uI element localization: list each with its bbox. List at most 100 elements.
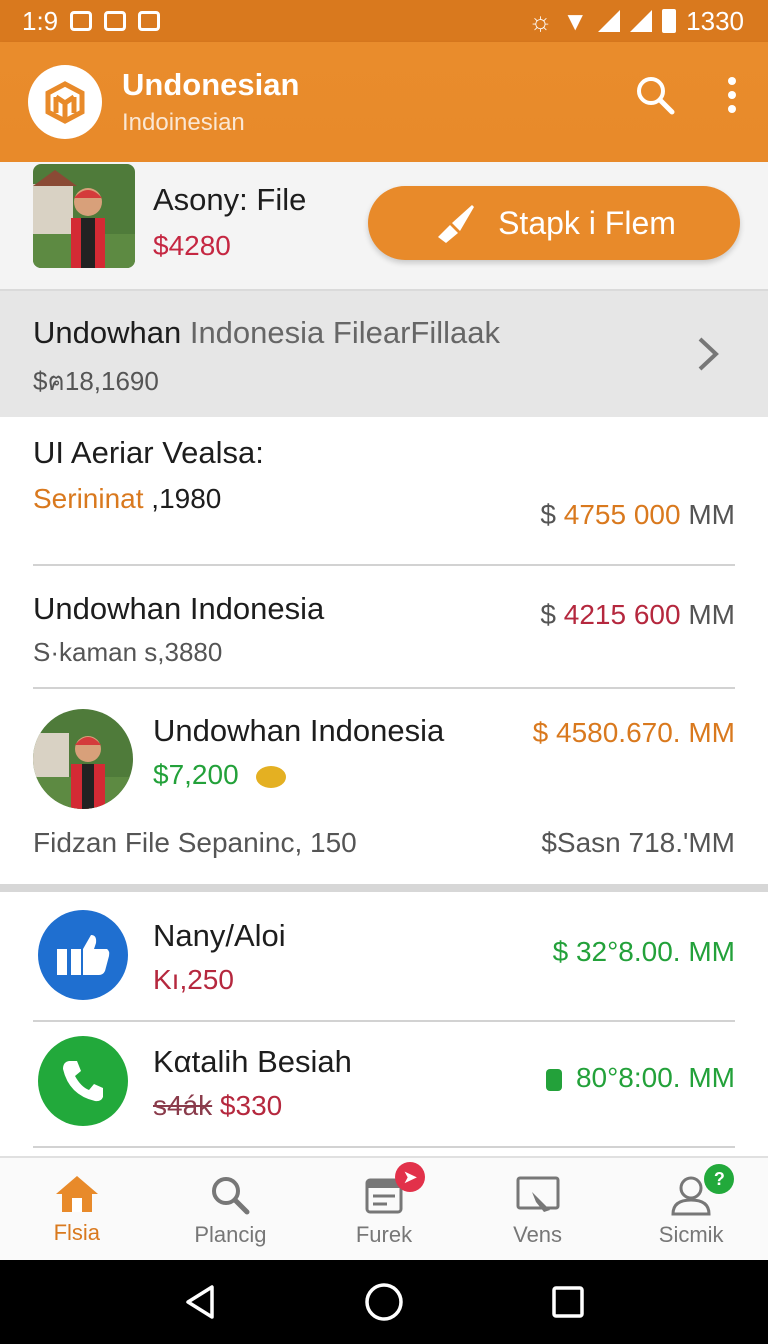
app-bar: Undonesian Indoinesian <box>0 42 768 162</box>
list-item-amount-text: 80°8:00. MM <box>575 1062 735 1093</box>
list-item-amount: $ 32°8.00. MM <box>552 936 735 967</box>
list-item[interactable]: Nany/Aloi Kı,250 $ 32°8.00. MM <box>33 908 735 1018</box>
message-notification-icon <box>138 11 161 31</box>
list-item-subtitle-b: ,1980 <box>143 483 222 514</box>
status-bar: 1:9 ☼ ▼ 1330 <box>0 0 768 42</box>
banner-subtitle: $ฅ18,1690 <box>33 366 159 396</box>
tab-profile[interactable]: ? Sicmik <box>614 1158 768 1260</box>
avatar <box>33 709 133 809</box>
brush-icon <box>438 205 475 243</box>
signal-icon-2 <box>630 10 653 32</box>
wifi-icon: ▼ <box>562 5 589 36</box>
person-photo-icon <box>33 709 133 809</box>
list-item-subtitle-strike: s4ák <box>153 1090 213 1121</box>
amount-suffix: MM <box>680 599 735 630</box>
list-item[interactable]: Kαtalih Besiah s4ák $330 80°8:00. MM <box>33 1034 735 1144</box>
contact-list: Nany/Aloi Kı,250 $ 32°8.00. MM Kαtalih B… <box>0 892 768 1156</box>
help-badge: ? <box>704 1164 735 1194</box>
section-divider <box>0 884 768 892</box>
profile-price: $4280 <box>153 230 231 261</box>
list-item-amount: 80°8:00. MM <box>545 1062 735 1094</box>
trend-icon <box>545 1068 562 1091</box>
search-button[interactable] <box>634 74 676 116</box>
divider <box>33 1146 735 1148</box>
banner-title: Undowhan Indonesia FilearFillaak <box>33 315 500 351</box>
search-icon <box>212 1177 250 1215</box>
list-item-subtitle-a: Serininat <box>33 483 144 514</box>
amount-prefix: $ <box>540 499 564 530</box>
overflow-menu-button[interactable] <box>726 75 738 115</box>
divider <box>33 564 735 566</box>
list-item-subtitle: $7,200 <box>153 759 287 791</box>
tab-folder[interactable]: Vens <box>461 1158 615 1260</box>
list-item-subtitle: s4ák $330 <box>153 1090 282 1122</box>
primary-action-button[interactable]: Stapk i Flem <box>368 186 740 260</box>
home-button-icon[interactable] <box>363 1281 405 1323</box>
banner-title-bold: Undowhan <box>33 315 182 350</box>
battery-text: 1330 <box>686 5 744 36</box>
list-item-footer: Fidzan File Sepaninc, 150 <box>33 827 357 858</box>
bottom-navigation: Flsia Plancig ➤ Furek Vens ? Sicmik <box>0 1156 768 1260</box>
list-item-subtitle: S·kaman s,3880 <box>33 637 223 667</box>
tab-home-label: Flsia <box>53 1220 101 1245</box>
app-logo[interactable] <box>28 65 102 139</box>
signal-icon <box>598 10 621 32</box>
list-item-title: Undowhan Indonesia <box>153 713 445 748</box>
folder-icon <box>516 1176 560 1212</box>
divider <box>33 687 735 689</box>
gallery-notification-icon <box>70 11 93 31</box>
amount-suffix: MM <box>680 499 735 530</box>
more-vert-icon <box>728 77 736 113</box>
divider <box>33 1020 735 1022</box>
list-item-title: Nany/Aloi <box>153 918 286 953</box>
list-item-title: Kαtalih Besiah <box>153 1044 352 1079</box>
back-icon[interactable] <box>182 1283 218 1321</box>
list-item-footer-amount: $Sasn 718.'MM <box>541 827 735 858</box>
brightness-icon: ☼ <box>528 5 553 36</box>
phone-glyph <box>63 1061 103 1102</box>
list-item[interactable]: Undowhan Indonesia S·kaman s,3880 $ 4215… <box>33 591 735 687</box>
home-icon <box>55 1176 98 1212</box>
tab-calendar[interactable]: ➤ Furek <box>307 1158 461 1260</box>
transaction-list: UI Aeriar Vealsa: Serininat ,1980 $ 4755… <box>0 417 768 885</box>
list-item-subtitle-text: $7,200 <box>153 759 239 790</box>
amount-value: 4755 000 <box>563 499 681 530</box>
tab-calendar-label: Furek <box>355 1222 413 1247</box>
amount-value: 4215 600 <box>563 599 681 630</box>
window-notification-icon <box>104 11 127 31</box>
profile-header: Asony: File $4280 Stapk i Flem <box>0 162 768 288</box>
list-item-subtitle: Kı,250 <box>153 964 234 995</box>
thumbs-up-glyph <box>57 935 110 975</box>
list-item-subtitle-rest: $330 <box>212 1090 283 1121</box>
primary-action-label: Stapk i Flem <box>498 204 676 241</box>
list-item-amount: $ 4755 000 MM <box>540 499 735 531</box>
chevron-right-icon <box>698 337 719 371</box>
amount-prefix: $ <box>540 599 564 630</box>
tab-search[interactable]: Plancig <box>154 1158 308 1260</box>
phone-icon <box>38 1036 128 1126</box>
battery-icon <box>662 9 677 33</box>
status-time: 1:9 <box>22 5 59 36</box>
profile-name: Asony: File <box>153 182 307 217</box>
tab-search-label: Plancig <box>194 1222 267 1247</box>
notification-badge: ➤ <box>395 1162 426 1192</box>
box-logo-icon <box>45 81 85 124</box>
search-icon <box>637 77 675 115</box>
app-title: Undonesian <box>122 67 300 102</box>
person-photo-icon <box>33 164 135 268</box>
list-item-title: UI Aeriar Vealsa: <box>33 435 264 470</box>
tab-home[interactable]: Flsia <box>0 1158 154 1260</box>
recents-icon[interactable] <box>550 1284 586 1320</box>
banner-title-light: Indonesia FilearFillaak <box>181 315 500 350</box>
tab-folder-label: Vens <box>513 1222 563 1247</box>
profile-photo[interactable] <box>33 164 135 268</box>
list-item[interactable]: Undowhan Indonesia $7,200 $ 4580.670. MM… <box>33 707 735 867</box>
coins-icon <box>256 765 287 788</box>
list-item-amount: $ 4580.670. MM <box>532 717 735 748</box>
list-item[interactable]: UI Aeriar Vealsa: Serininat ,1980 $ 4755… <box>33 435 735 565</box>
thumbs-up-icon <box>38 910 128 1000</box>
app-subtitle: Indoinesian <box>122 109 245 136</box>
tab-profile-label: Sicmik <box>658 1222 724 1247</box>
system-navigation-bar <box>0 1260 768 1344</box>
summary-banner[interactable]: Undowhan Indonesia FilearFillaak $ฅ18,16… <box>0 289 768 417</box>
